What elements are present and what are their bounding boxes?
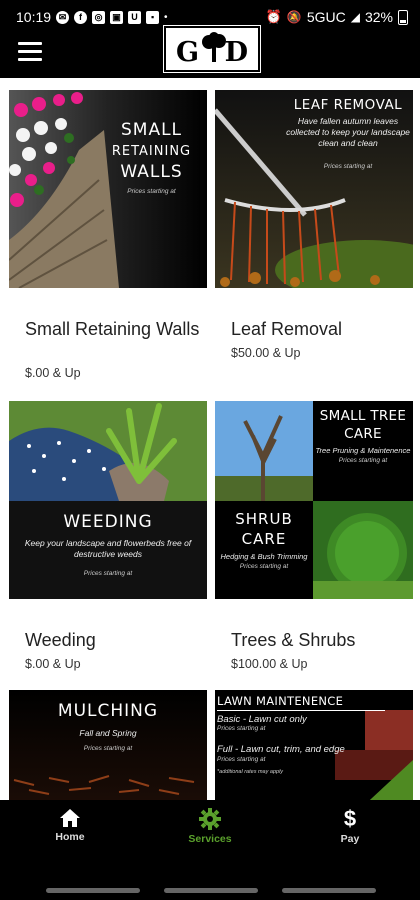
battery-icon	[398, 9, 408, 25]
thumb-title: WEEDING	[63, 512, 153, 532]
tree-care-block: SMALL TREE CARE Tree Pruning & Maintenen…	[313, 407, 413, 464]
ue-icon: U	[128, 10, 142, 24]
service-image-leaf-removal: LEAF REMOVAL Have fallen autumn leaves c…	[215, 90, 413, 288]
service-name: Small Retaining Walls	[25, 319, 200, 339]
signal-icon: ◢	[350, 10, 360, 24]
instagram-icon: ◎	[92, 10, 106, 24]
company-logo: G D	[163, 25, 261, 73]
service-image-weeding: WEEDING Keep your landscape and flowerbe…	[9, 401, 207, 599]
thumb-subtitle-shrub: Hedging & Bush Trimming	[220, 552, 308, 561]
service-image-lawn-maintenence: LAWN MAINTENENCE Basic - Lawn cut only P…	[215, 690, 413, 800]
thumb-title: LEAF REMOVAL	[293, 97, 403, 113]
thumb-price-note-tree: Prices starting at	[338, 457, 388, 464]
services-grid: SMALL RETAINING WALLS Prices starting at…	[0, 78, 420, 800]
thumb-title-block: LAWN MAINTENENCE Basic - Lawn cut only P…	[217, 694, 407, 775]
service-image-trees-shrubs: SMALL TREE CARE Tree Pruning & Maintenen…	[215, 401, 413, 599]
mute-icon: 🔕	[286, 10, 302, 24]
status-time: 10:19	[16, 9, 52, 25]
hamburger-menu-icon[interactable]	[18, 42, 42, 64]
app-notification-icon-2: ▪	[146, 10, 160, 24]
gesture-segment-right[interactable]	[282, 888, 376, 893]
home-icon	[60, 809, 80, 827]
title-divider	[217, 710, 385, 711]
nav-services[interactable]: Services	[150, 808, 270, 845]
gesture-segment-left[interactable]	[46, 888, 140, 893]
thumb-price-note: Prices starting at	[323, 163, 373, 170]
nav-services-label: Services	[188, 833, 232, 845]
network-label: 5GUC	[306, 9, 346, 25]
service-price: $.00 & Up	[25, 657, 81, 671]
thumb-title: LAWN MAINTENENCE	[217, 694, 344, 708]
dollar-icon: $	[343, 806, 357, 831]
service-name: Weeding	[25, 630, 96, 650]
thumb-title-block: LEAF REMOVAL Have fallen autumn leaves c…	[285, 96, 411, 170]
thumb-title-block: WEEDING Keep your landscape and flowerbe…	[9, 511, 207, 577]
status-left: 10:19 ✉ f ◎ ▣ U ▪ •	[16, 9, 168, 25]
nav-pay[interactable]: $ Pay	[290, 806, 410, 846]
logo-letter-right: D	[224, 37, 248, 68]
thumb-subtitle: Keep your landscape and flowerbeds free …	[24, 538, 192, 559]
service-name: Trees & Shrubs	[231, 630, 356, 650]
thumb-title-block: MULCHING Fall and Spring Prices starting…	[9, 700, 207, 752]
thumb-subtitle-tree: Tree Pruning & Maintenence	[315, 446, 411, 455]
bottom-navigation: Home Services $ Pay	[0, 800, 420, 874]
nav-home-label: Home	[55, 831, 85, 843]
alarm-icon: ⏰	[265, 9, 282, 24]
thumb-price-note: Prices starting at	[83, 745, 133, 752]
battery-percent: 32%	[364, 9, 393, 25]
logo-letter-left: G	[176, 37, 200, 68]
more-notifications-dot: •	[164, 11, 168, 23]
system-gesture-bar	[0, 874, 420, 900]
thumb-subtitle: Fall and Spring	[79, 728, 137, 738]
thumb-title: MULCHING	[57, 701, 159, 721]
thumb-title-tree: SMALL TREE CARE	[319, 408, 407, 442]
thumb-line-full: Full - Lawn cut, trim, and edge	[217, 744, 345, 755]
thumb-subtitle: Have fallen autumn leaves collected to k…	[286, 116, 410, 148]
thumb-title-line-2: RETAINING	[111, 144, 192, 159]
service-price: $50.00 & Up	[231, 346, 301, 360]
service-price: $.00 & Up	[25, 366, 81, 380]
thumb-note-basic: Prices starting at	[217, 725, 266, 732]
app-notification-icon: ▣	[110, 10, 124, 24]
thumb-price-note: Prices starting at	[127, 188, 176, 195]
thumb-note-full: Prices starting at	[217, 756, 266, 763]
thumb-footnote: *additional rates may apply	[217, 769, 284, 775]
shrub-care-block: SHRUB CARE Hedging & Bush Trimming Price…	[215, 509, 313, 570]
service-image-mulching: MULCHING Fall and Spring Prices starting…	[9, 690, 207, 800]
service-image-retaining-walls: SMALL RETAINING WALLS Prices starting at	[9, 90, 207, 288]
thumb-title-shrub: SHRUB CARE	[235, 510, 293, 548]
app-bar: G D	[0, 25, 420, 78]
service-price: $100.00 & Up	[231, 657, 308, 671]
thumb-price-note: Prices starting at	[83, 570, 133, 577]
thumb-title-block: SMALL RETAINING WALLS Prices starting at	[99, 120, 204, 195]
nav-home[interactable]: Home	[10, 808, 130, 843]
thumb-line-basic: Basic - Lawn cut only	[217, 714, 307, 725]
thumb-price-note-shrub: Prices starting at	[239, 563, 289, 570]
gear-icon	[199, 808, 221, 830]
thumb-title-line-1: SMALL	[120, 120, 183, 140]
status-right: ⏰ 🔕 5GUC ◢ 32%	[266, 9, 408, 25]
service-name: Leaf Removal	[231, 319, 343, 339]
gesture-segment-center[interactable]	[164, 888, 258, 893]
nav-pay-label: Pay	[340, 833, 360, 845]
messenger-icon: ✉	[56, 10, 70, 24]
thumb-title-line-3: WALLS	[120, 162, 183, 182]
facebook-icon: f	[74, 10, 88, 24]
